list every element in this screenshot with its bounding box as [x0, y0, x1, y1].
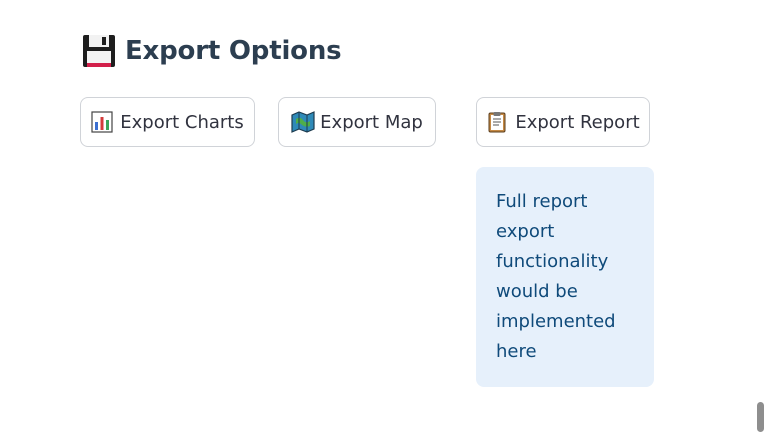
- floppy-disk-icon: [82, 34, 116, 68]
- export-map-label: Export Map: [320, 111, 423, 133]
- section-heading: Export Options: [82, 34, 342, 68]
- export-charts-label: Export Charts: [120, 111, 244, 133]
- export-charts-button[interactable]: Export Charts: [80, 97, 255, 147]
- page-title: Export Options: [125, 36, 342, 66]
- bar-chart-icon: [91, 111, 113, 133]
- export-report-label: Export Report: [515, 111, 640, 133]
- info-alert: Full report export functionality would b…: [476, 167, 654, 387]
- export-report-button[interactable]: Export Report: [476, 97, 650, 147]
- info-alert-text: Full report export functionality would b…: [496, 191, 616, 362]
- export-options-page: Export Options Export Charts Export Map: [0, 0, 765, 432]
- export-map-button[interactable]: Export Map: [278, 97, 436, 147]
- map-icon: [291, 111, 315, 133]
- scrollbar[interactable]: [757, 402, 764, 432]
- clipboard-icon: [486, 111, 508, 133]
